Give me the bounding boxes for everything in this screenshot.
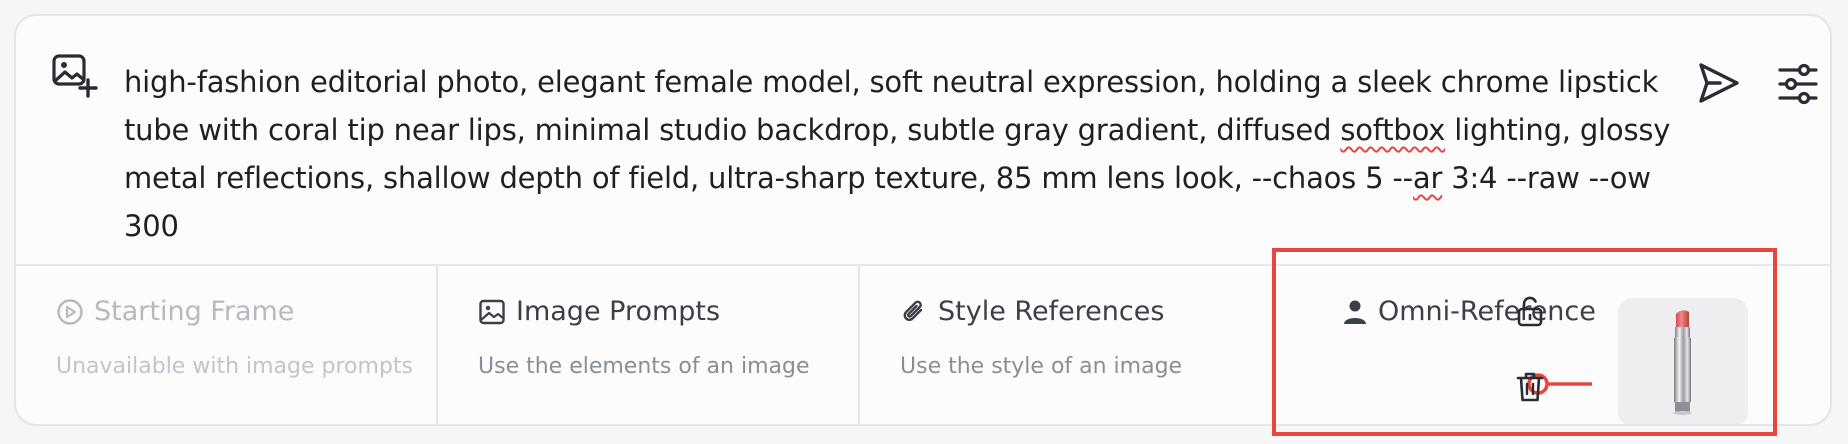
reference-toolbar: Starting Frame Unavailable with image pr… [16,266,1830,424]
image-icon [479,299,505,324]
lipstick-image [1673,310,1692,415]
image-prompts-subtitle: Use the elements of an image [478,354,810,379]
spellcheck-word: ar [1412,161,1443,195]
play-circle-icon [57,298,83,325]
omni-reference-title: Omni-Reference [1378,296,1596,327]
image-prompts-option[interactable]: Image Prompts Use the elements of an ima… [438,266,858,424]
omni-reference-thumbnail[interactable] [1618,298,1748,424]
starting-frame-option: Starting Frame Unavailable with image pr… [16,266,436,424]
starting-frame-subtitle: Unavailable with image prompts [56,354,413,379]
trash-icon[interactable] [1514,370,1546,404]
send-icon[interactable] [1696,60,1742,106]
style-references-title: Style References [938,296,1165,327]
paperclip-icon [903,300,923,321]
style-references-subtitle: Use the style of an image [900,354,1183,379]
unlock-icon[interactable] [1514,294,1546,328]
image-prompts-title: Image Prompts [516,296,721,327]
prompt-area[interactable]: high-fashion editorial photo, elegant fe… [16,16,1830,264]
spellcheck-word: softbox [1340,113,1446,147]
add-image-icon[interactable] [50,50,100,100]
starting-frame-title: Starting Frame [94,296,295,327]
prompt-card: high-fashion editorial photo, elegant fe… [14,14,1832,426]
settings-sliders-icon[interactable] [1776,62,1820,106]
prompt-input[interactable]: high-fashion editorial photo, elegant fe… [124,58,1684,250]
style-references-option[interactable]: Style References Use the style of an ima… [860,266,1280,424]
person-icon [1344,300,1366,324]
